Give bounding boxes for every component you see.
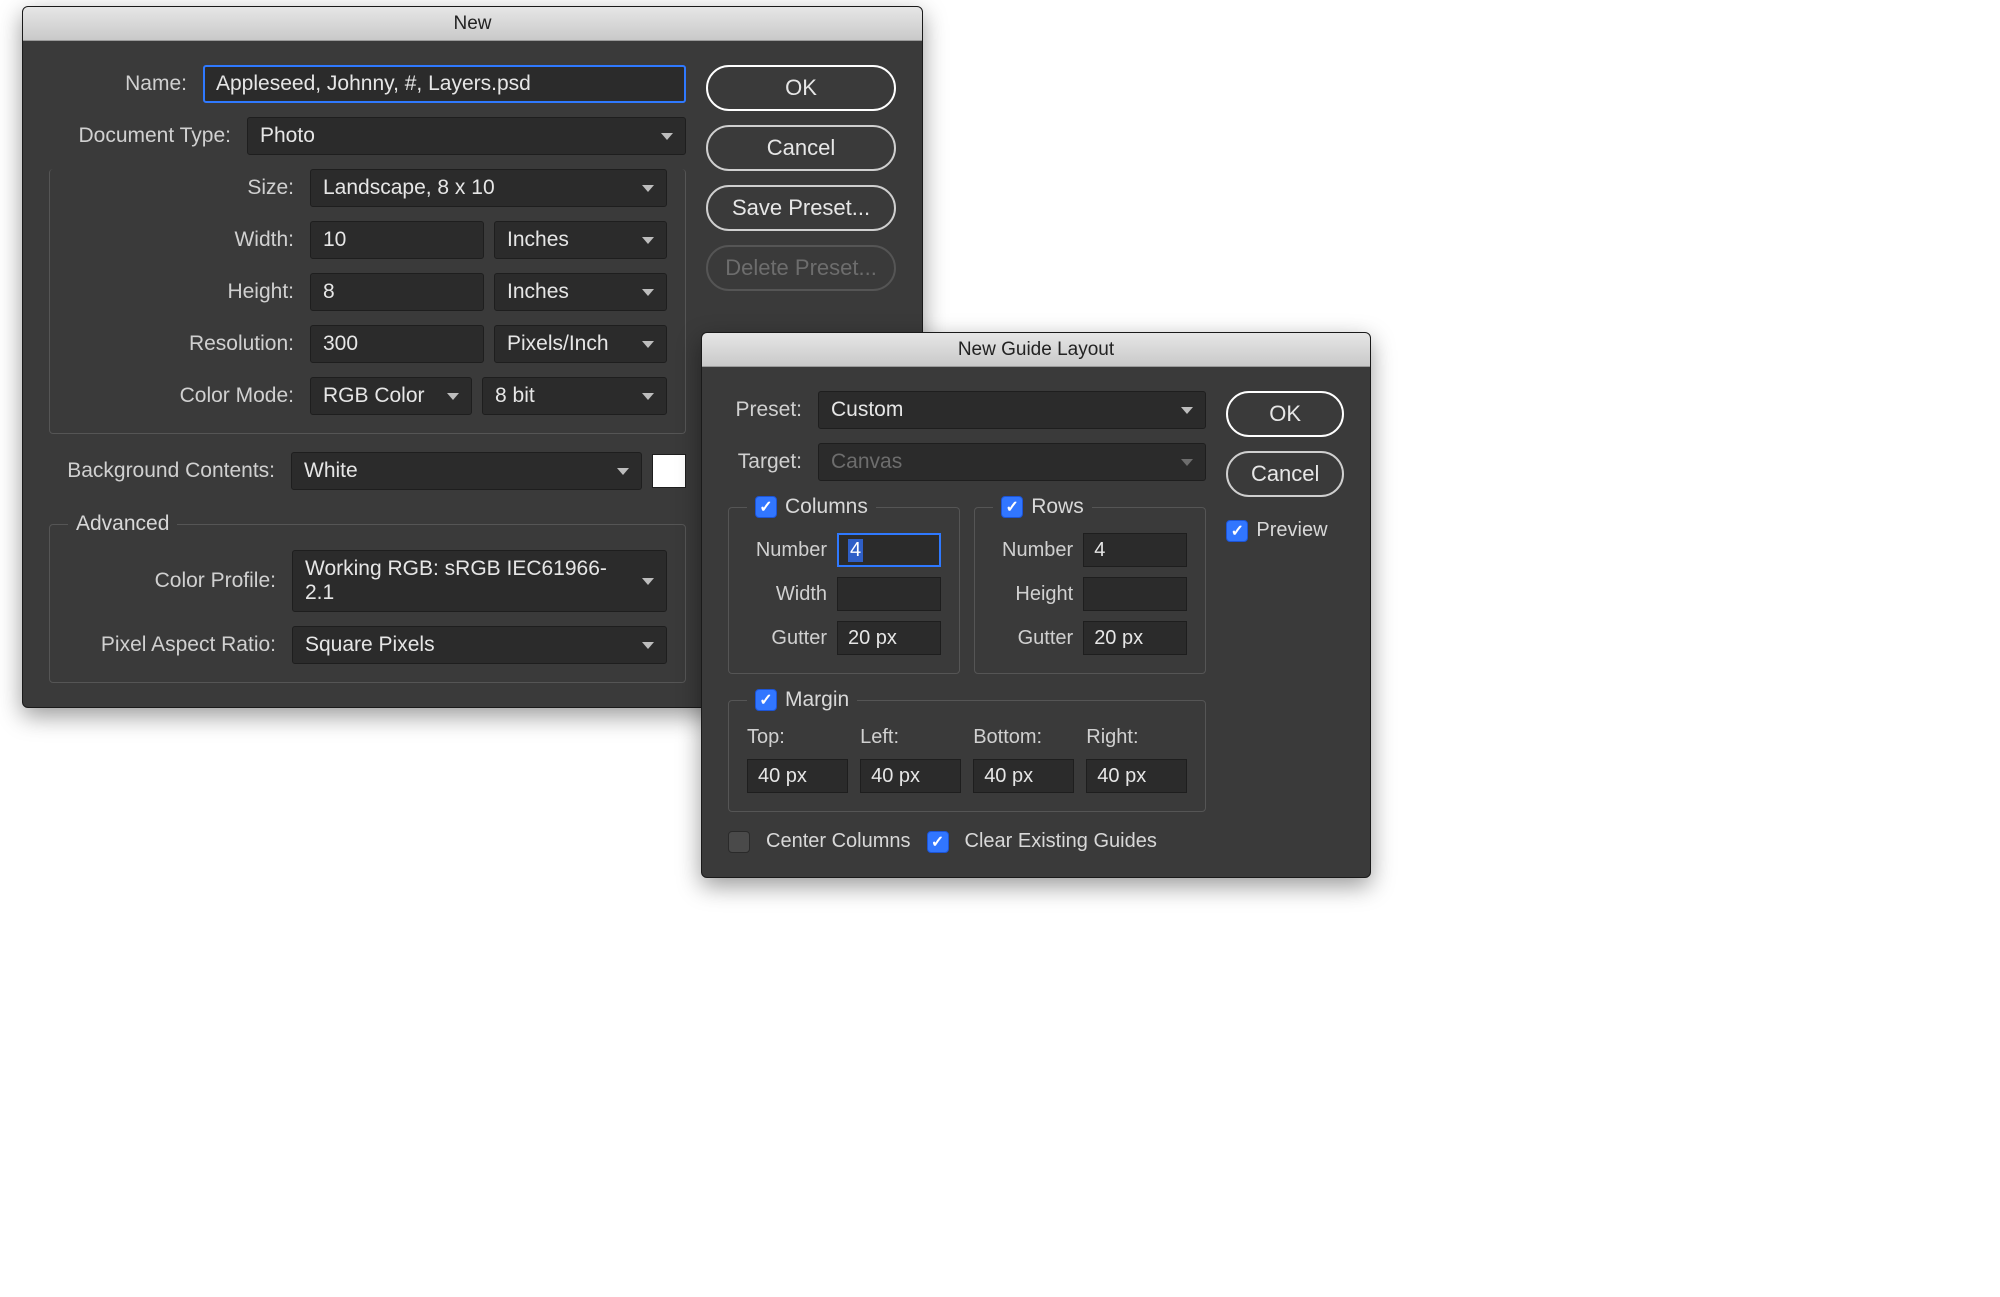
target-label: Target:: [728, 450, 808, 474]
margin-top-input[interactable]: 40 px: [747, 759, 848, 793]
width-input[interactable]: 10: [310, 221, 484, 259]
chevron-down-icon: [642, 578, 654, 585]
document-type-label: Document Type:: [49, 124, 237, 148]
clear-existing-guides-checkbox[interactable]: ✓: [927, 831, 949, 853]
columns-number-input[interactable]: 4: [837, 533, 941, 567]
chevron-down-icon: [642, 642, 654, 649]
margin-bottom-input[interactable]: 40 px: [973, 759, 1074, 793]
cancel-button[interactable]: Cancel: [1226, 451, 1344, 497]
preview-label: Preview: [1256, 519, 1327, 542]
background-color-swatch[interactable]: [652, 454, 686, 488]
rows-gutter-label: Gutter: [993, 627, 1073, 650]
height-input[interactable]: 8: [310, 273, 484, 311]
chevron-down-icon: [642, 341, 654, 348]
margin-bottom-label: Bottom:: [973, 726, 1074, 749]
chevron-down-icon: [1181, 459, 1193, 466]
height-unit-select[interactable]: Inches: [494, 273, 667, 311]
document-type-select[interactable]: Photo: [247, 117, 686, 155]
pixel-aspect-ratio-select[interactable]: Square Pixels: [292, 626, 667, 664]
color-mode-label: Color Mode:: [68, 384, 300, 408]
margin-right-input[interactable]: 40 px: [1086, 759, 1187, 793]
rows-number-input[interactable]: 4: [1083, 533, 1187, 567]
rows-checkbox[interactable]: ✓: [1001, 496, 1023, 518]
columns-width-input[interactable]: [837, 577, 941, 611]
rows-number-label: Number: [993, 539, 1073, 562]
columns-legend: Columns: [785, 495, 868, 519]
columns-gutter-label: Gutter: [747, 627, 827, 650]
rows-height-input[interactable]: [1083, 577, 1187, 611]
color-profile-label: Color Profile:: [68, 569, 282, 593]
columns-gutter-input[interactable]: 20 px: [837, 621, 941, 655]
height-label: Height:: [68, 280, 300, 304]
resolution-label: Resolution:: [68, 332, 300, 356]
preview-checkbox[interactable]: ✓: [1226, 520, 1248, 542]
color-profile-select[interactable]: Working RGB: sRGB IEC61966-2.1: [292, 550, 667, 612]
margin-right-label: Right:: [1086, 726, 1187, 749]
chevron-down-icon: [642, 185, 654, 192]
center-columns-checkbox[interactable]: ✓: [728, 831, 750, 853]
chevron-down-icon: [617, 468, 629, 475]
color-mode-select[interactable]: RGB Color: [310, 377, 472, 415]
background-contents-select[interactable]: White: [291, 452, 642, 490]
dialog-title: New: [23, 7, 922, 41]
advanced-legend: Advanced: [68, 512, 177, 536]
chevron-down-icon: [642, 289, 654, 296]
chevron-down-icon: [642, 237, 654, 244]
margin-top-label: Top:: [747, 726, 848, 749]
background-contents-label: Background Contents:: [49, 459, 281, 483]
resolution-unit-select[interactable]: Pixels/Inch: [494, 325, 667, 363]
name-label: Name:: [49, 72, 193, 96]
preset-select[interactable]: Custom: [818, 391, 1206, 429]
margin-checkbox[interactable]: ✓: [755, 689, 777, 711]
new-guide-layout-dialog: New Guide Layout Preset: Custom Target: …: [701, 332, 1371, 878]
width-unit-select[interactable]: Inches: [494, 221, 667, 259]
chevron-down-icon: [1181, 407, 1193, 414]
width-label: Width:: [68, 228, 300, 252]
margin-left-label: Left:: [860, 726, 961, 749]
rows-gutter-input[interactable]: 20 px: [1083, 621, 1187, 655]
margin-left-input[interactable]: 40 px: [860, 759, 961, 793]
target-select: Canvas: [818, 443, 1206, 481]
center-columns-label: Center Columns: [766, 830, 911, 853]
name-input[interactable]: Appleseed, Johnny, #, Layers.psd: [203, 65, 686, 103]
dialog-title: New Guide Layout: [702, 333, 1370, 367]
ok-button[interactable]: OK: [1226, 391, 1344, 437]
columns-checkbox[interactable]: ✓: [755, 496, 777, 518]
delete-preset-button: Delete Preset...: [706, 245, 896, 291]
pixel-aspect-ratio-label: Pixel Aspect Ratio:: [68, 633, 282, 657]
cancel-button[interactable]: Cancel: [706, 125, 896, 171]
clear-existing-guides-label: Clear Existing Guides: [965, 830, 1157, 853]
chevron-down-icon: [642, 393, 654, 400]
columns-number-label: Number: [747, 539, 827, 562]
chevron-down-icon: [447, 393, 459, 400]
save-preset-button[interactable]: Save Preset...: [706, 185, 896, 231]
bit-depth-select[interactable]: 8 bit: [482, 377, 667, 415]
rows-legend: Rows: [1031, 495, 1084, 519]
resolution-input[interactable]: 300: [310, 325, 484, 363]
margin-legend: Margin: [785, 688, 849, 712]
preset-label: Preset:: [728, 398, 808, 422]
columns-width-label: Width: [747, 583, 827, 606]
rows-height-label: Height: [993, 583, 1073, 606]
chevron-down-icon: [661, 133, 673, 140]
size-select[interactable]: Landscape, 8 x 10: [310, 169, 667, 207]
size-label: Size:: [68, 176, 300, 200]
ok-button[interactable]: OK: [706, 65, 896, 111]
